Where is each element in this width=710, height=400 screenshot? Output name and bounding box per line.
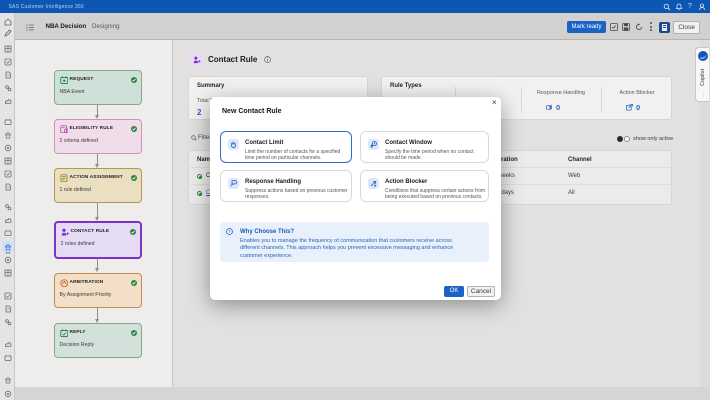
svg-text:?: ? (228, 229, 231, 234)
